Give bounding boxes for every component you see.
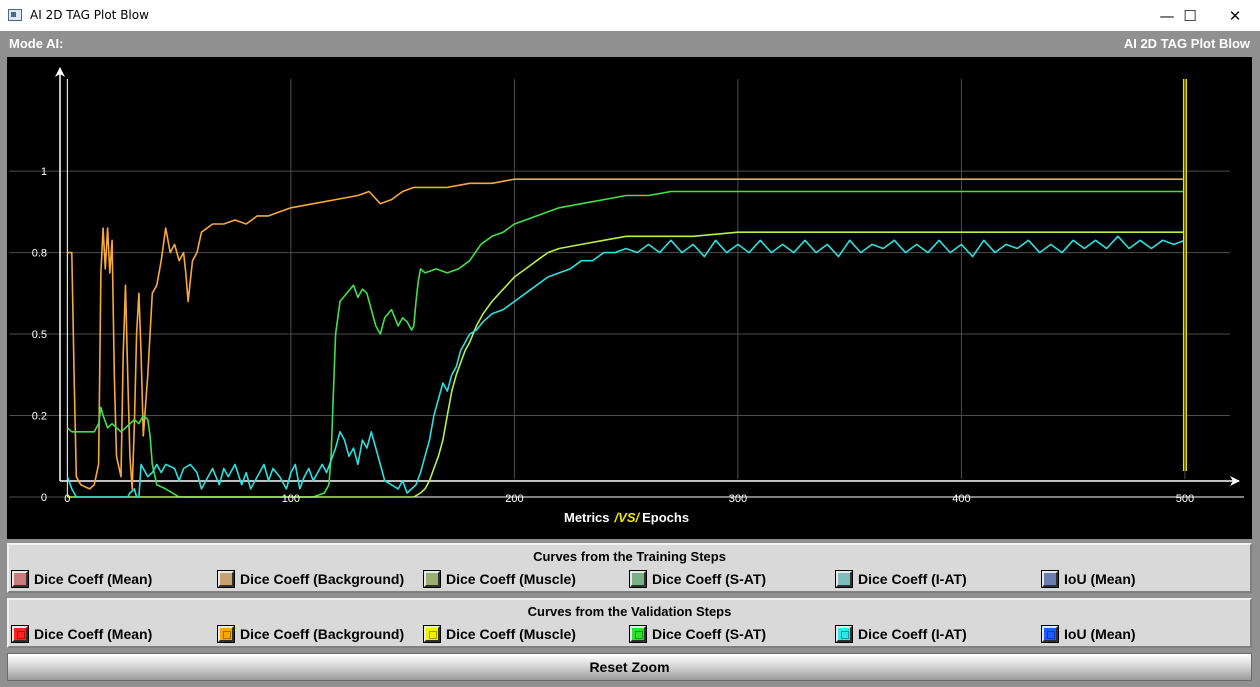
x-label-epochs: Epochs bbox=[642, 510, 689, 525]
metrics-chart[interactable]: 0 0.2 0.5 0.8 1 0 100 200 300 400 500 Metrics/VS/E… bbox=[7, 57, 1252, 539]
legend-val-dice-mean[interactable]: Dice Coeff (Mean) bbox=[12, 626, 152, 642]
legend-train-dice-background[interactable]: Dice Coeff (Background) bbox=[218, 571, 404, 587]
swatch-icon bbox=[1042, 626, 1058, 642]
mode-label: Mode AI: bbox=[9, 36, 64, 51]
legend-val-dice-sat[interactable]: Dice Coeff (S-AT) bbox=[630, 626, 766, 642]
swatch-icon bbox=[12, 571, 28, 587]
legend-label: Dice Coeff (Background) bbox=[240, 571, 405, 587]
legend-val-dice-muscle[interactable]: Dice Coeff (Muscle) bbox=[424, 626, 576, 642]
y-tick-label: 0.8 bbox=[32, 248, 47, 260]
legend-val-dice-iat[interactable]: Dice Coeff (I-AT) bbox=[836, 626, 967, 642]
window-title: AI 2D TAG Plot Blow bbox=[30, 8, 149, 22]
series-line-2 bbox=[67, 231, 1185, 498]
legend-label: Dice Coeff (Mean) bbox=[34, 626, 153, 642]
maximize-button[interactable]: ☐ bbox=[1167, 0, 1213, 31]
plot-area[interactable]: 0 0.2 0.5 0.8 1 0 100 200 300 400 500 Metrics/VS/E… bbox=[7, 57, 1252, 539]
training-legend-title: Curves from the Training Steps bbox=[533, 549, 726, 564]
legend-train-dice-iat[interactable]: Dice Coeff (I-AT) bbox=[836, 571, 967, 587]
epoch-marker bbox=[1182, 79, 1187, 471]
y-tick-label: 0.2 bbox=[32, 411, 47, 423]
swatch-icon bbox=[218, 626, 234, 642]
x-tick-label: 400 bbox=[952, 493, 970, 505]
x-label-metrics: Metrics bbox=[564, 510, 610, 525]
series-lines bbox=[66, 178, 1186, 498]
legend-val-iou-mean[interactable]: IoU (Mean) bbox=[1042, 626, 1136, 642]
reset-zoom-button[interactable]: Reset Zoom bbox=[7, 653, 1252, 681]
legend-label: IoU (Mean) bbox=[1064, 626, 1136, 642]
swatch-icon bbox=[836, 571, 852, 587]
tick-labels: 0 0.2 0.5 0.8 1 0 100 200 300 400 500 bbox=[32, 166, 1194, 505]
swatch-icon bbox=[424, 626, 440, 642]
y-tick-label: 1 bbox=[41, 166, 47, 178]
close-button[interactable]: ✕ bbox=[1212, 0, 1258, 31]
validation-legend: Curves from the Validation Steps Dice Co… bbox=[7, 598, 1252, 648]
grid-lines bbox=[9, 79, 1230, 498]
legend-val-dice-background[interactable]: Dice Coeff (Background) bbox=[218, 626, 404, 642]
legend-train-dice-muscle[interactable]: Dice Coeff (Muscle) bbox=[424, 571, 576, 587]
x-tick-label: 300 bbox=[729, 493, 747, 505]
x-axis-label: Metrics/VS/Epochs bbox=[564, 510, 689, 525]
legend-label: Dice Coeff (S-AT) bbox=[652, 626, 767, 642]
legend-train-dice-sat[interactable]: Dice Coeff (S-AT) bbox=[630, 571, 766, 587]
x-tick-label: 500 bbox=[1176, 493, 1194, 505]
legend-label: Dice Coeff (Mean) bbox=[34, 571, 153, 587]
swatch-icon bbox=[836, 626, 852, 642]
plot-title-label: AI 2D TAG Plot Blow bbox=[1123, 36, 1250, 51]
series-line-1 bbox=[66, 190, 1185, 498]
swatch-icon bbox=[1042, 571, 1058, 587]
legend-label: Dice Coeff (Muscle) bbox=[446, 626, 576, 642]
legend-label: Dice Coeff (Background) bbox=[240, 626, 405, 642]
legend-train-dice-mean[interactable]: Dice Coeff (Mean) bbox=[12, 571, 152, 587]
training-legend: Curves from the Training Steps Dice Coef… bbox=[7, 543, 1252, 593]
swatch-icon bbox=[12, 626, 28, 642]
swatch-icon bbox=[424, 571, 440, 587]
x-tick-label: 100 bbox=[282, 493, 300, 505]
swatch-icon bbox=[218, 571, 234, 587]
x-tick-label: 200 bbox=[505, 493, 523, 505]
legend-label: Dice Coeff (I-AT) bbox=[858, 571, 967, 587]
app-icon bbox=[8, 9, 22, 21]
legend-label: Dice Coeff (S-AT) bbox=[652, 571, 767, 587]
legend-train-iou-mean[interactable]: IoU (Mean) bbox=[1042, 571, 1136, 587]
validation-legend-title: Curves from the Validation Steps bbox=[527, 604, 732, 619]
legend-label: Dice Coeff (I-AT) bbox=[858, 626, 967, 642]
y-tick-label: 0 bbox=[41, 492, 47, 504]
title-bar: AI 2D TAG Plot Blow — ☐ ✕ bbox=[0, 0, 1260, 31]
x-tick-label: 0 bbox=[64, 493, 70, 505]
legend-label: IoU (Mean) bbox=[1064, 571, 1136, 587]
y-tick-label: 0.5 bbox=[32, 329, 47, 341]
axes bbox=[55, 67, 1244, 498]
x-label-vs: /VS/ bbox=[614, 510, 641, 525]
swatch-icon bbox=[630, 571, 646, 587]
swatch-icon bbox=[630, 626, 646, 642]
legend-label: Dice Coeff (Muscle) bbox=[446, 571, 576, 587]
series-line-3 bbox=[66, 235, 1186, 498]
